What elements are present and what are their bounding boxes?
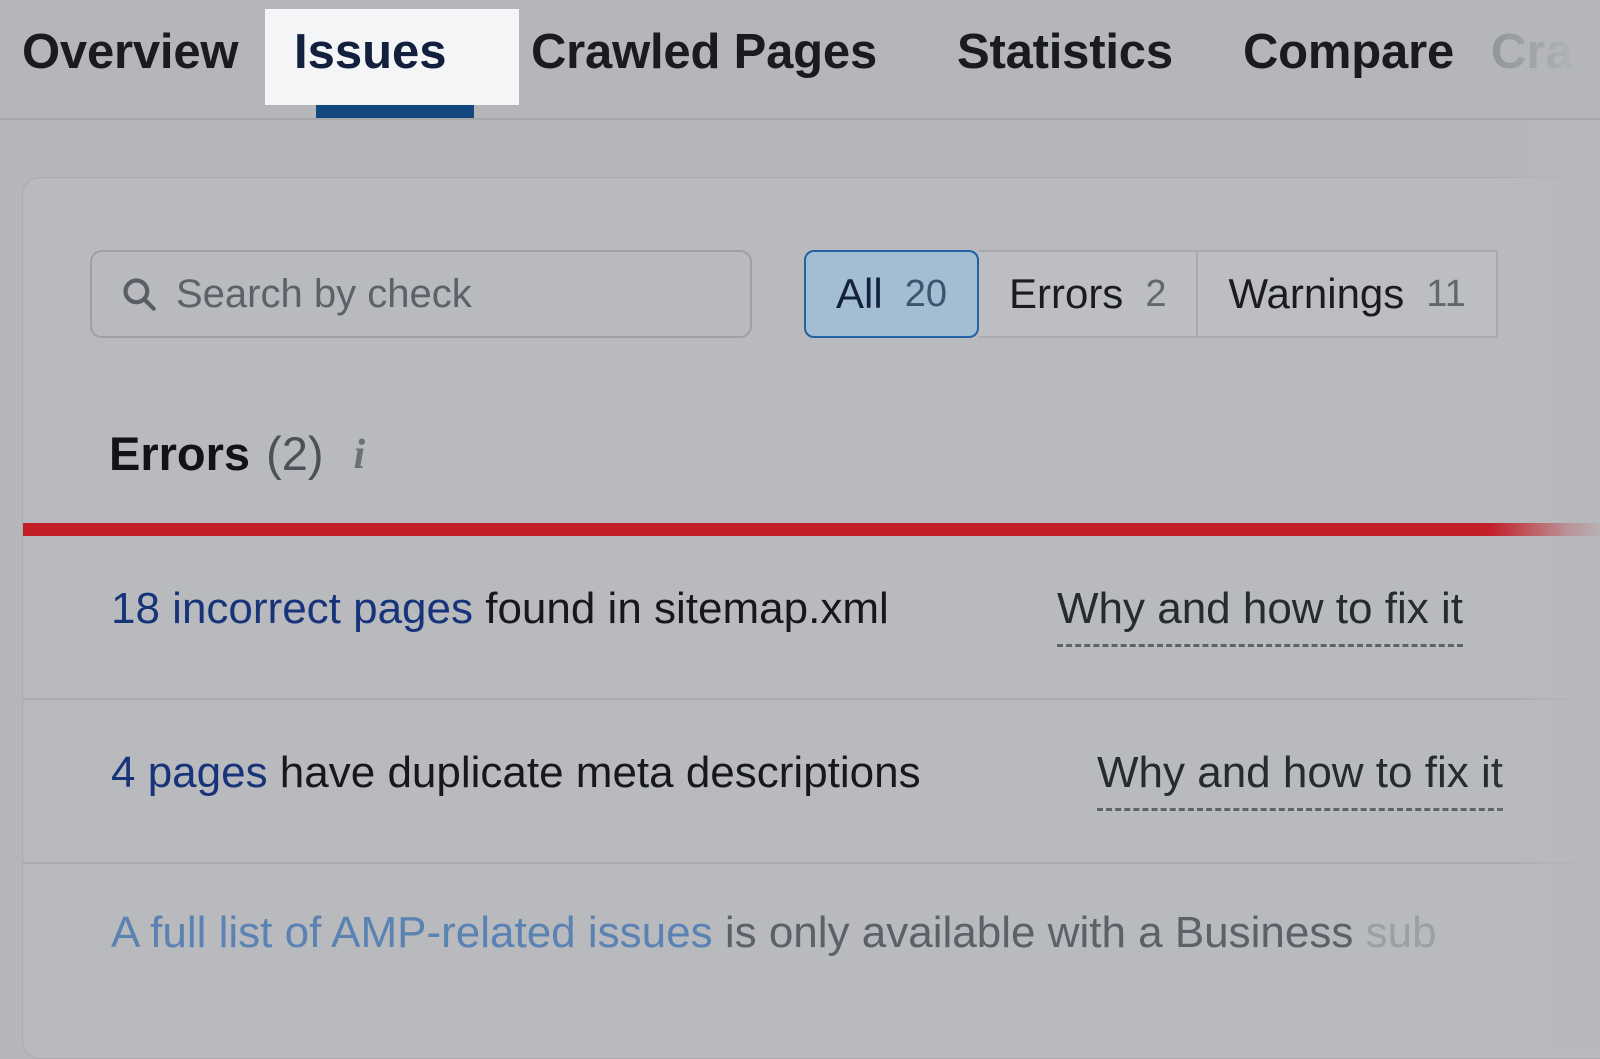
amp-upsell-row: A full list of AMP-related issues is onl… xyxy=(23,864,1600,1024)
tab-statistics[interactable]: Statistics xyxy=(957,24,1173,80)
issue-type-filter-group: All 20 Errors 2 Warnings 11 xyxy=(804,250,1498,338)
errors-section-header: Errors (2) i xyxy=(109,426,365,481)
filter-warnings-count: 11 xyxy=(1426,273,1465,316)
filter-all[interactable]: All 20 xyxy=(804,250,979,338)
filter-all-label: All xyxy=(836,270,883,318)
amp-upsell-tail-clipped: sub xyxy=(1366,908,1437,957)
issues-toolbar: All 20 Errors 2 Warnings 11 xyxy=(23,178,1600,358)
tab-compare[interactable]: Compare xyxy=(1243,24,1454,80)
tab-compare-crawls-clipped[interactable]: Cra xyxy=(1491,24,1573,80)
filter-warnings-label: Warnings xyxy=(1228,270,1404,318)
tab-overview[interactable]: Overview xyxy=(22,24,238,80)
issue-count-link[interactable]: 18 incorrect pages xyxy=(111,584,473,633)
amp-upsell-rest: is only available with a Business xyxy=(713,908,1366,957)
table-row[interactable]: 18 incorrect pages found in sitemap.xml … xyxy=(23,536,1600,700)
info-icon[interactable]: i xyxy=(354,431,366,479)
issue-description: found in sitemap.xml xyxy=(473,584,889,633)
search-input[interactable] xyxy=(176,266,696,322)
tab-issues-label: Issues xyxy=(294,24,447,80)
issues-panel: All 20 Errors 2 Warnings 11 Errors (2) i… xyxy=(22,177,1600,1059)
amp-issues-link[interactable]: A full list of AMP-related issues xyxy=(111,908,713,957)
amp-upsell-text: A full list of AMP-related issues is onl… xyxy=(111,908,1437,958)
filter-all-count: 20 xyxy=(905,273,947,316)
tab-issues[interactable]: Issues xyxy=(265,9,519,105)
errors-section-count: (2) xyxy=(266,426,323,481)
issue-count-link[interactable]: 4 pages xyxy=(111,748,268,797)
search-icon xyxy=(118,273,160,315)
filter-errors[interactable]: Errors 2 xyxy=(979,250,1198,338)
issue-description: have duplicate meta descriptions xyxy=(268,748,921,797)
issue-title: 18 incorrect pages found in sitemap.xml xyxy=(111,584,889,634)
tab-bar-divider xyxy=(0,118,1600,120)
why-and-how-to-fix-it-link[interactable]: Why and how to fix it xyxy=(1097,748,1503,811)
search-field[interactable] xyxy=(90,250,752,338)
primary-tab-bar: Overview Issues Crawled Pages Statistics… xyxy=(0,0,1600,120)
active-tab-indicator xyxy=(316,105,474,118)
filter-errors-label: Errors xyxy=(1009,270,1123,318)
tab-crawled-pages[interactable]: Crawled Pages xyxy=(531,24,877,80)
filter-errors-count: 2 xyxy=(1145,273,1166,316)
table-row[interactable]: 4 pages have duplicate meta descriptions… xyxy=(23,700,1600,864)
errors-severity-rule xyxy=(23,523,1600,536)
errors-section-title: Errors xyxy=(109,426,250,481)
filter-warnings[interactable]: Warnings 11 xyxy=(1198,250,1497,338)
issue-title: 4 pages have duplicate meta descriptions xyxy=(111,748,921,798)
why-and-how-to-fix-it-link[interactable]: Why and how to fix it xyxy=(1057,584,1463,647)
